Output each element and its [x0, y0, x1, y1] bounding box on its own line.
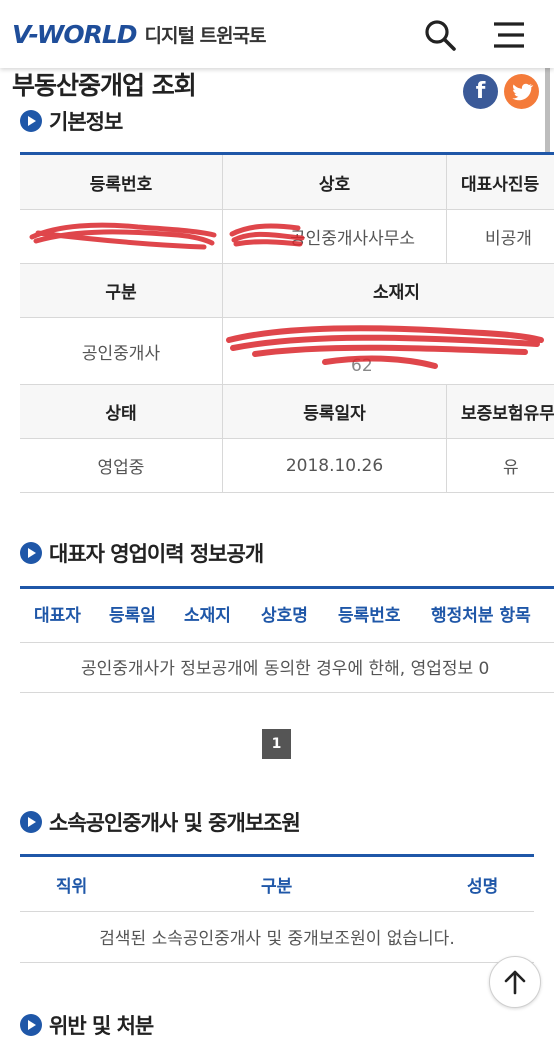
- logo-main: V-WORLD: [12, 20, 138, 49]
- col-reg-no: 등록번호: [338, 606, 401, 626]
- hamburger-menu-icon[interactable]: [492, 18, 526, 52]
- staff-title: 소속공인중개사 및 중개보조원: [20, 807, 301, 837]
- table-row: 공인중개사 62: [20, 318, 554, 385]
- history-title-text: 대표자 영업이력 정보공개: [49, 542, 264, 566]
- header-rep-photo: 대표사진등: [447, 155, 554, 209]
- col-position: 직위: [56, 877, 88, 897]
- staff-empty-message: 검색된 소속공인중개사 및 중개보조원이 없습니다.: [99, 929, 455, 949]
- top-header: V-WORLD 디지털 트윈국토: [0, 0, 554, 68]
- twitter-share-button[interactable]: [504, 74, 539, 109]
- header-location: 소재지: [223, 264, 554, 317]
- table-row: 등록번호 상호 대표사진등: [20, 155, 554, 210]
- basic-info-table: 등록번호 상호 대표사진등 공인중개사사무소 비공개 구분 소재지 공인중개사 …: [20, 152, 554, 495]
- location-value: 62: [223, 318, 554, 384]
- col-admin-action: 행정처분 항목: [431, 606, 531, 626]
- reg-date-value: 2018.10.26: [223, 439, 447, 492]
- col-category: 구분: [261, 877, 293, 897]
- logo-subtitle: 디지털 트윈국토: [144, 25, 267, 47]
- section-bullet-icon: [20, 110, 42, 132]
- header-status: 상태: [20, 385, 223, 438]
- table-row: 공인중개사사무소 비공개: [20, 210, 554, 264]
- insurance-value: 유: [447, 439, 554, 492]
- header-category: 구분: [20, 264, 223, 317]
- history-title: 대표자 영업이력 정보공개: [20, 538, 264, 568]
- col-reg-date: 등록일: [109, 606, 156, 626]
- next-section-title-text: 위반 및 처분: [49, 1014, 154, 1038]
- scroll-to-top-button[interactable]: [489, 956, 541, 1008]
- staff-empty-row: 검색된 소속공인중개사 및 중개보조원이 없습니다.: [20, 909, 534, 963]
- table-row: 영업중 2018.10.26 유: [20, 439, 554, 493]
- staff-title-text: 소속공인중개사 및 중개보조원: [49, 811, 301, 835]
- page-title: 부동산중개업 조회: [12, 71, 197, 100]
- basic-info-title-text: 기본정보: [49, 110, 123, 134]
- search-icon[interactable]: [423, 18, 457, 52]
- col-name: 성명: [467, 877, 499, 897]
- section-bullet-icon: [20, 1014, 42, 1036]
- table-row: 상태 등록일자 보증보험유무: [20, 385, 554, 439]
- staff-table-header: 직위 구분 성명: [20, 854, 534, 912]
- header-business-name: 상호: [223, 155, 447, 209]
- history-notice-text: 공인중개사가 정보공개에 동의한 경우에 한해, 영업정보 0: [81, 659, 490, 679]
- header-reg-date: 등록일자: [223, 385, 447, 438]
- header-insurance: 보증보험유무: [447, 385, 554, 438]
- history-table-header: 대표자 등록일 소재지 상호명 등록번호 행정처분 항목: [20, 586, 554, 643]
- business-name-value: 공인중개사사무소: [223, 210, 447, 263]
- category-value: 공인중개사: [20, 318, 223, 384]
- twitter-icon: [511, 83, 533, 101]
- rep-photo-value: 비공개: [447, 210, 554, 263]
- col-location: 소재지: [184, 606, 231, 626]
- facebook-icon: f: [475, 79, 486, 104]
- arrow-up-icon: [504, 970, 526, 995]
- business-name-text: 공인중개사사무소: [289, 229, 416, 249]
- history-notice: 공인중개사가 정보공개에 동의한 경우에 한해, 영업정보 0: [20, 640, 554, 693]
- vworld-logo[interactable]: V-WORLD 디지털 트윈국토: [12, 20, 267, 49]
- section-bullet-icon: [20, 811, 42, 833]
- col-representative: 대표자: [34, 606, 81, 626]
- status-value: 영업중: [20, 439, 223, 492]
- basic-info-title: 기본정보: [20, 106, 123, 136]
- pagination-page-button[interactable]: 1: [262, 729, 291, 759]
- reg-no-value: [20, 210, 223, 263]
- table-row: 구분 소재지: [20, 264, 554, 318]
- col-business-name: 상호명: [261, 606, 308, 626]
- facebook-share-button[interactable]: f: [463, 74, 498, 109]
- header-reg-no: 등록번호: [20, 155, 223, 209]
- next-section-title: 위반 및 처분: [20, 1010, 154, 1040]
- section-bullet-icon: [20, 542, 42, 564]
